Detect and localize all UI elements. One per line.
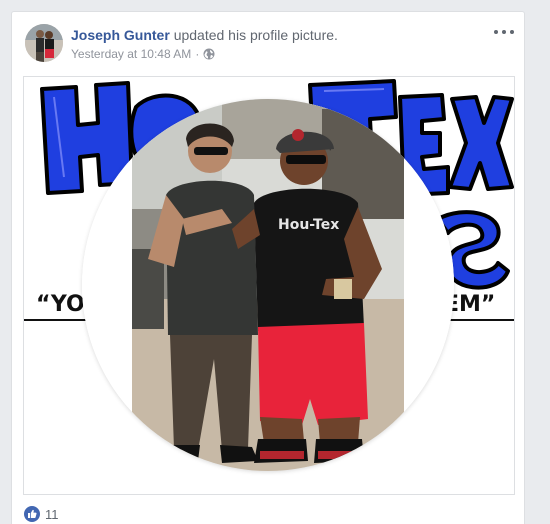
post-timestamp[interactable]: Yesterday at 10:48 AM: [71, 47, 191, 61]
author-name-link[interactable]: Joseph Gunter: [71, 27, 170, 43]
reactions-summary[interactable]: 11: [24, 506, 59, 522]
post-card: Joseph Gunter updated his profile pictur…: [11, 11, 525, 524]
reaction-count: 11: [45, 506, 59, 522]
profile-photo: Hou-Tex: [82, 99, 454, 471]
more-options-icon[interactable]: [494, 24, 514, 40]
post-action-text: updated his profile picture.: [173, 27, 338, 43]
meta-separator: ·: [195, 47, 200, 61]
author-avatar[interactable]: [25, 24, 63, 62]
like-icon: [24, 506, 40, 522]
post-header: Joseph Gunter updated his profile pictur…: [71, 27, 338, 43]
profile-picture-media[interactable]: “YO EM” Hou-Tex: [23, 76, 515, 495]
globe-icon[interactable]: [203, 48, 215, 60]
shirt-logo-text: Hou-Tex: [278, 217, 339, 233]
svg-text:“YO: “YO: [36, 292, 85, 317]
profile-photo-circle: Hou-Tex: [82, 99, 454, 471]
avatar-image: [25, 24, 63, 62]
post-meta: Yesterday at 10:48 AM ·: [71, 47, 215, 61]
